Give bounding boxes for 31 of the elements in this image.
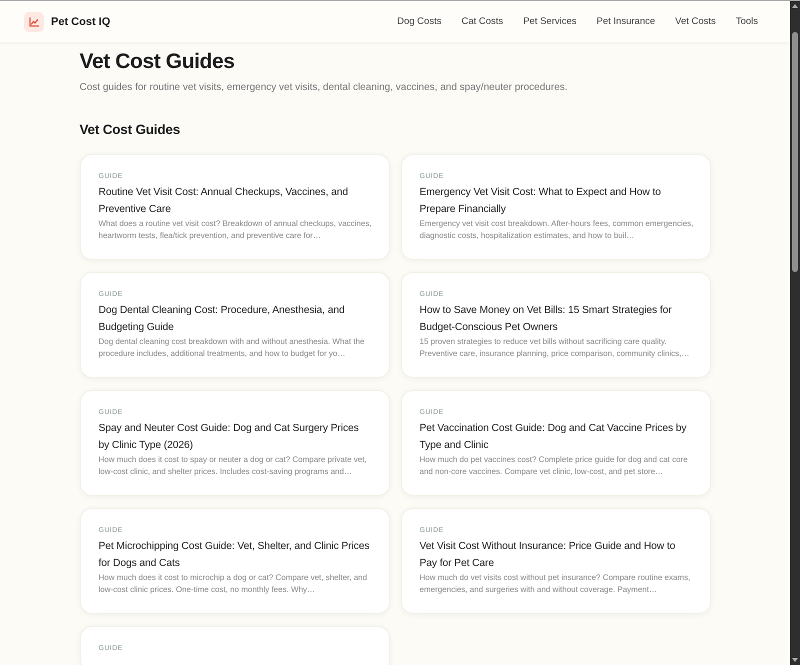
- guide-description: How much do vet visits cost without pet insurance? Compare routine exams, emergencies, and surgeries with and without coverage. Payment…: [420, 572, 692, 596]
- guide-title: Routine Vet Visit Cost: Annual Checkups, Vaccines, and Preventive Care: [98, 186, 350, 217]
- page-title: Vet Cost Guides: [80, 49, 236, 75]
- guide-description: 15 proven strategies to reduce vet bills without sacrificing care quality. Preventive care, insurance planning, price comparison, community clinics,…: [420, 336, 690, 360]
- down-arrow-icon[interactable]: [792, 658, 798, 662]
- nav-link[interactable]: Pet Insurance: [596, 16, 656, 27]
- guide-description: Dog dental cleaning cost breakdown with and without anesthesia. What the procedure includes, additional treatments, and how to budget for yo…: [98, 336, 366, 360]
- up-arrow-icon[interactable]: [792, 4, 798, 8]
- scrollbar-thumb[interactable]: [792, 32, 798, 272]
- guide-title: Dog Dental Cleaning Cost: Procedure, Anesthesia, and Budgeting Guide: [98, 304, 346, 335]
- guide-title: Emergency Vet Visit Cost: What to Expect and How to Prepare Financially: [420, 186, 662, 217]
- guide-title: Vet Visit Cost Without Insurance: Price Guide and How to Pay for Pet Care: [420, 540, 676, 571]
- guide-description: What does a routine vet visit cost? Breakdown of annual checkups, vaccines, heartworm tests, flea/tick prevention, and preventive care for…: [98, 218, 373, 242]
- page-subtitle: Cost guides for routine vet visits, emergency vet visits, dental cleaning, vaccines, and spay/neuter procedures.: [80, 81, 569, 95]
- nav-link[interactable]: Pet Services: [523, 16, 577, 27]
- guide-title: Spay and Neuter Cost Guide: Dog and Cat Surgery Prices by Clinic Type (2026): [98, 422, 360, 453]
- nav-link[interactable]: Dog Costs: [397, 16, 442, 27]
- guide-title: How to Save Money on Vet Bills: 15 Smart Strategies for Budget-Conscious Pet Owners: [420, 304, 673, 335]
- section-heading: Vet Cost Guides: [80, 121, 182, 139]
- nav-link[interactable]: Cat Costs: [461, 16, 504, 27]
- scrollbar[interactable]: [790, 1, 800, 665]
- guide-description: Emergency vet visit cost breakdown. After-hours fees, common emergencies, diagnostic costs, hospitalization estimates, and how to buil…: [420, 218, 694, 242]
- chart-icon: [24, 12, 44, 32]
- guide-description: How much does it cost to microchip a dog or cat? Compare vet, shelter, and low-cost clinic prices. One-time cost, no monthly fees. Why…: [98, 572, 368, 596]
- nav-link[interactable]: Vet Costs: [675, 16, 716, 27]
- brand-name[interactable]: Pet Cost IQ: [51, 16, 110, 28]
- guide-description: How much does it cost to spay or neuter a dog or cat? Compare private vet, low-cost clinic, and shelter prices. Includes cost-saving programs and…: [98, 454, 368, 478]
- guide-title: Pet Vaccination Cost Guide: Dog and Cat Vaccine Prices by Type and Clinic: [420, 422, 688, 453]
- nav-link[interactable]: Tools: [736, 16, 758, 27]
- guide-title: Pet Microchipping Cost Guide: Vet, Shelter, and Clinic Prices for Dogs and Cats: [98, 540, 370, 571]
- guide-description: How much do pet vaccines cost? Complete price guide for dog and cat core and non-core vaccines. Compare vet clinic, low-cost, and pet store…: [420, 454, 689, 478]
